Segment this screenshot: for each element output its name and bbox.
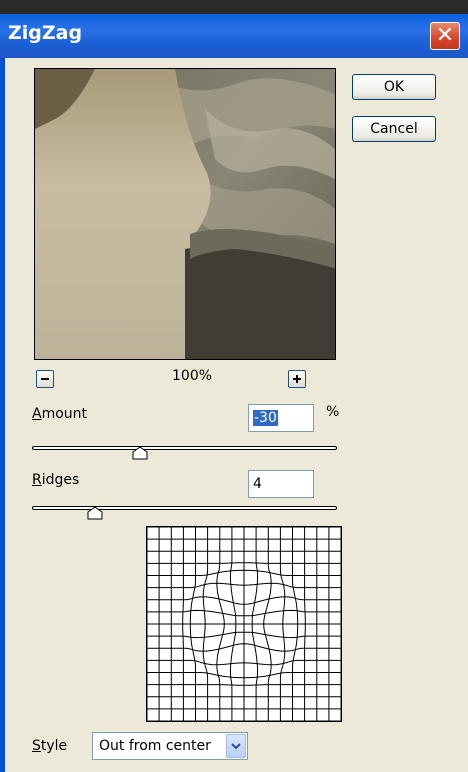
ridges-input[interactable]: 4 [248,470,314,498]
close-icon: ✕ [435,23,455,48]
zoom-in-button[interactable] [288,370,306,388]
ok-button[interactable]: OK [352,74,436,100]
zoom-level: 100% [172,368,213,384]
plus-icon [293,375,301,383]
close-button[interactable]: ✕ [430,22,460,50]
style-label: Style [32,738,68,754]
cancel-button[interactable]: Cancel [352,116,436,142]
amount-unit: % [326,404,340,420]
amount-slider-thumb[interactable] [132,446,148,460]
zoom-out-button[interactable] [36,370,54,388]
window-left-border [0,58,5,772]
amount-label: Amount [32,406,88,422]
ridges-label: Ridges [32,472,80,488]
ridges-slider-track[interactable] [32,506,337,510]
preview-image[interactable] [34,68,336,360]
amount-value: -30 [253,410,278,426]
amount-slider-track[interactable] [32,446,337,450]
style-select[interactable]: Out from center [92,732,248,760]
chevron-down-icon [231,743,241,750]
style-selected-value: Out from center [99,738,211,754]
ridges-slider-thumb[interactable] [87,506,103,520]
minus-icon [41,378,49,380]
top-screen-strip [0,0,468,14]
amount-input[interactable]: -30 [248,404,314,432]
distortion-preview-grid [146,526,342,722]
window-title: ZigZag [8,22,83,44]
style-dropdown-button[interactable] [226,734,246,758]
zigzag-dialog: ZigZag ✕ OK Cancel 100% Amount -30 % Rid… [0,0,468,772]
